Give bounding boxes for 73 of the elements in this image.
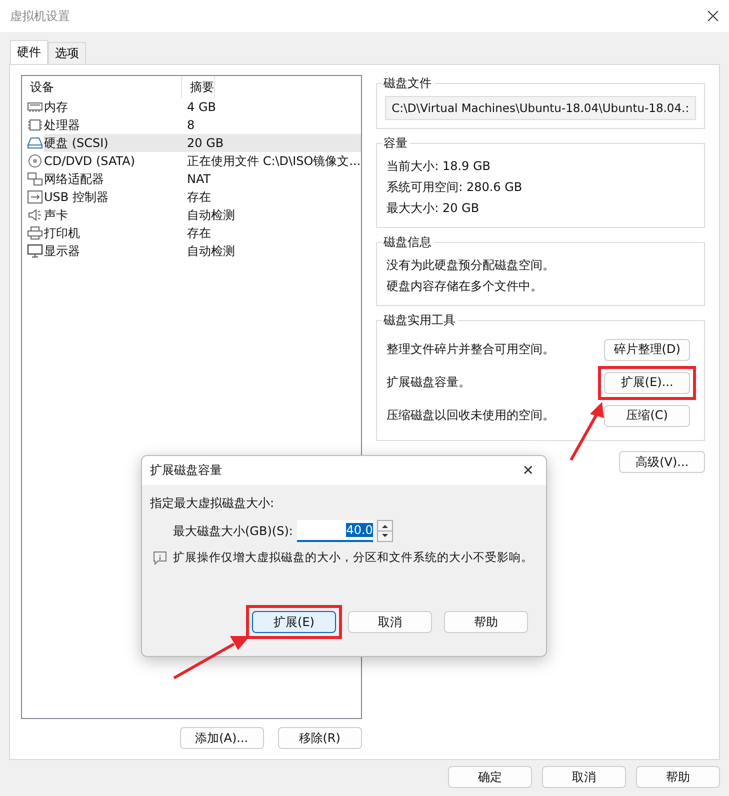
close-button[interactable]: ✕	[518, 462, 538, 478]
memory-icon	[27, 100, 43, 114]
utility-button[interactable]: 碎片整理(D)	[604, 338, 690, 360]
device-name: CD/DVD (SATA)	[44, 154, 136, 168]
device-summary: 自动检测	[187, 206, 235, 224]
speaker-icon	[27, 208, 43, 222]
utility-text: 整理文件碎片并整合可用空间。	[386, 341, 555, 358]
dialog-title: 扩展磁盘容量	[150, 462, 222, 479]
footer-button[interactable]: 帮助	[636, 766, 720, 788]
device-row[interactable]: 声卡 自动检测	[22, 206, 361, 224]
device-summary: 8	[187, 118, 195, 132]
info-icon	[153, 550, 167, 564]
group-title: 容量	[382, 135, 409, 152]
dialog-button[interactable]: 帮助	[444, 611, 528, 633]
window-title: 虚拟机设置	[10, 8, 70, 24]
device-name: USB 控制器	[44, 188, 108, 206]
chip-icon	[27, 118, 43, 132]
device-summary: 4 GB	[187, 100, 216, 114]
utility-button[interactable]: 扩展(E)...	[604, 372, 690, 394]
device-row[interactable]: 显示器 自动检测	[22, 242, 361, 260]
printer-icon	[27, 226, 43, 240]
device-name: 内存	[44, 98, 68, 116]
device-row[interactable]: CD/DVD (SATA) 正在使用文件 C:\D\ISO镜像文...	[22, 152, 361, 170]
utility-text: 扩展磁盘容量。	[386, 374, 471, 391]
tab[interactable]: 硬件	[10, 40, 48, 64]
device-row[interactable]: 内存 4 GB	[22, 98, 361, 116]
size-field[interactable]: 40.0	[296, 520, 373, 542]
advanced-button[interactable]: 高级(V)...	[619, 451, 706, 473]
device-row[interactable]: 网络适配器 NAT	[22, 170, 361, 188]
device-summary: 20 GB	[187, 136, 224, 150]
info-text: 没有为此硬盘预分配磁盘空间。	[386, 257, 556, 274]
device-summary: 存在	[187, 188, 211, 206]
dialog-button[interactable]: 扩展(E)	[252, 611, 336, 633]
footer-button[interactable]: 取消	[542, 766, 626, 788]
usb-icon	[27, 190, 43, 204]
monitor-icon	[27, 244, 43, 258]
path-field[interactable]: C:\D\Virtual Machines\Ubuntu-18.04\Ubuntu-18.04.:	[384, 96, 696, 120]
dialog-button[interactable]: 取消	[348, 611, 432, 633]
close-icon[interactable]	[707, 10, 719, 22]
device-name: 处理器	[44, 116, 80, 134]
device-row[interactable]: 打印机 存在	[22, 224, 361, 242]
column-header[interactable]: 设备	[22, 76, 182, 98]
device-summary: NAT	[187, 172, 211, 186]
device-summary: 存在	[187, 224, 211, 242]
device-row[interactable]: USB 控制器 存在	[22, 188, 361, 206]
info-text: 硬盘内容存储在多个文件中。	[386, 278, 544, 295]
capacity-text: 系统可用空间: 280.6 GB	[386, 179, 524, 196]
list-button[interactable]: 移除(R)	[278, 727, 362, 749]
spinner-icon[interactable]	[376, 520, 393, 542]
capacity-text: 当前大小: 18.9 GB	[386, 158, 492, 175]
network-icon	[27, 172, 43, 186]
device-row[interactable]: 处理器 8	[22, 116, 361, 134]
disc-icon	[27, 154, 43, 168]
field-label: 最大磁盘大小(GB)(S):	[173, 522, 293, 540]
device-summary: 正在使用文件 C:\D\ISO镜像文...	[187, 152, 361, 170]
device-name: 显示器	[44, 242, 80, 260]
device-name: 打印机	[44, 224, 80, 242]
column-header[interactable]: 摘要	[182, 76, 215, 98]
tab[interactable]: 选项	[48, 42, 86, 64]
group-title: 磁盘实用工具	[382, 312, 457, 329]
device-summary: 自动检测	[187, 242, 235, 260]
device-name: 硬盘 (SCSI)	[44, 134, 108, 152]
prompt-text: 指定最大虚拟磁盘大小:	[150, 495, 276, 512]
footer-button[interactable]: 确定	[448, 766, 532, 788]
utility-text: 压缩磁盘以回收未使用的空间。	[386, 407, 555, 424]
utility-button[interactable]: 压缩(C)	[604, 404, 690, 426]
group-title: 磁盘文件	[382, 75, 433, 92]
note-text: 扩展操作仅增大虚拟磁盘的大小，分区和文件系统的大小不受影响。	[173, 550, 533, 565]
list-button[interactable]: 添加(A)...	[180, 727, 264, 749]
group-title: 磁盘信息	[382, 234, 433, 251]
device-name: 网络适配器	[44, 170, 104, 188]
capacity-text: 最大大小: 20 GB	[386, 200, 480, 217]
device-name: 声卡	[44, 206, 68, 224]
